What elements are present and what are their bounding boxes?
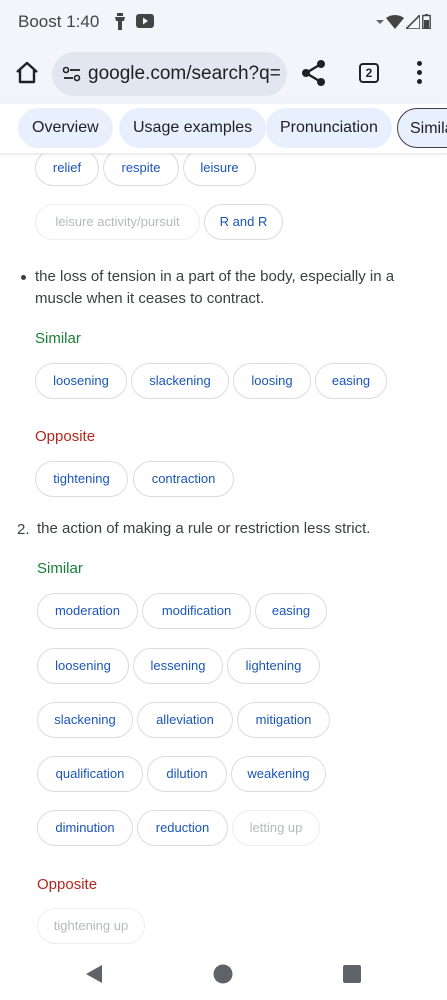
- synonym-chip-disabled: letting up: [232, 810, 320, 846]
- similar-label: Similar: [35, 330, 81, 347]
- synonym-chip[interactable]: relief: [35, 154, 99, 186]
- tab-pronunciation[interactable]: Pronunciation: [266, 108, 392, 148]
- synonym-chip[interactable]: lessening: [133, 648, 223, 684]
- synonym-chip[interactable]: loosening: [35, 363, 127, 399]
- antonym-chip-disabled: tightening up: [37, 908, 145, 944]
- opposite-label: Opposite: [35, 428, 96, 445]
- synonym-chip[interactable]: weakening: [231, 756, 326, 792]
- synonym-chip[interactable]: alleviation: [137, 702, 233, 738]
- similar-label: Similar: [37, 560, 83, 577]
- sense2-number: 2.: [17, 521, 30, 538]
- synonym-chip[interactable]: R and R: [204, 204, 283, 240]
- definition-content: relief respite leisure leisure activity/…: [0, 154, 447, 950]
- antonym-chip[interactable]: tightening: [35, 461, 128, 497]
- browser-toolbar: google.com/search?q=re 2: [0, 44, 447, 104]
- tab-similar[interactable]: Simila: [397, 108, 447, 148]
- site-settings-icon[interactable]: [62, 65, 82, 83]
- synonym-chip[interactable]: leisure: [183, 154, 256, 186]
- battery-icon: [422, 14, 431, 29]
- status-time: Boost 1:40: [18, 12, 100, 31]
- back-icon[interactable]: [84, 964, 104, 984]
- synonym-chip-disabled: leisure activity/pursuit: [35, 204, 200, 240]
- home-circle-icon[interactable]: [213, 964, 233, 984]
- synonym-chip[interactable]: slackening: [37, 702, 133, 738]
- synonym-chip[interactable]: dilution: [147, 756, 227, 792]
- more-options-icon[interactable]: [413, 61, 425, 87]
- address-bar[interactable]: google.com/search?q=re: [52, 52, 287, 96]
- synonym-chip[interactable]: moderation: [37, 593, 138, 629]
- synonym-chip[interactable]: qualification: [37, 756, 143, 792]
- tab-usage-examples[interactable]: Usage examples: [119, 108, 267, 148]
- synonym-chip[interactable]: respite: [103, 154, 179, 186]
- sense2-definition: the action of making a rule or restricti…: [37, 520, 371, 537]
- synonym-chip[interactable]: reduction: [137, 810, 228, 846]
- synonym-chip[interactable]: loosening: [37, 648, 129, 684]
- home-icon[interactable]: [12, 58, 42, 88]
- recents-icon[interactable]: [343, 965, 361, 983]
- wifi-icon: [386, 14, 404, 29]
- status-bar: Boost 1:40: [0, 0, 447, 44]
- youtube-icon: [136, 14, 154, 28]
- tab-overview[interactable]: Overview: [18, 108, 113, 148]
- share-icon[interactable]: [300, 59, 328, 87]
- notification-icon: [115, 13, 125, 30]
- synonym-chip[interactable]: slackening: [131, 363, 229, 399]
- synonym-chip[interactable]: easing: [315, 363, 387, 399]
- navigation-bar: [0, 950, 447, 1000]
- definition-bullet: [21, 275, 26, 280]
- synonym-chip[interactable]: loosing: [233, 363, 311, 399]
- synonym-chip[interactable]: diminution: [37, 810, 133, 846]
- tab-switcher-icon[interactable]: 2: [359, 63, 379, 83]
- synonym-chip[interactable]: lightening: [227, 648, 320, 684]
- antonym-chip[interactable]: contraction: [133, 461, 234, 497]
- synonym-chip[interactable]: easing: [255, 593, 327, 629]
- signal-icon: [406, 14, 420, 29]
- data-arrows-icon: [376, 19, 384, 24]
- section-tabs: Overview Usage examples Pronunciation Si…: [0, 104, 447, 154]
- synonym-chip[interactable]: mitigation: [237, 702, 330, 738]
- synonym-chip[interactable]: modification: [142, 593, 251, 629]
- sense1-definition: the loss of tension in a part of the bod…: [35, 268, 395, 307]
- url-text[interactable]: google.com/search?q=re: [88, 63, 280, 85]
- opposite-label: Opposite: [37, 876, 98, 893]
